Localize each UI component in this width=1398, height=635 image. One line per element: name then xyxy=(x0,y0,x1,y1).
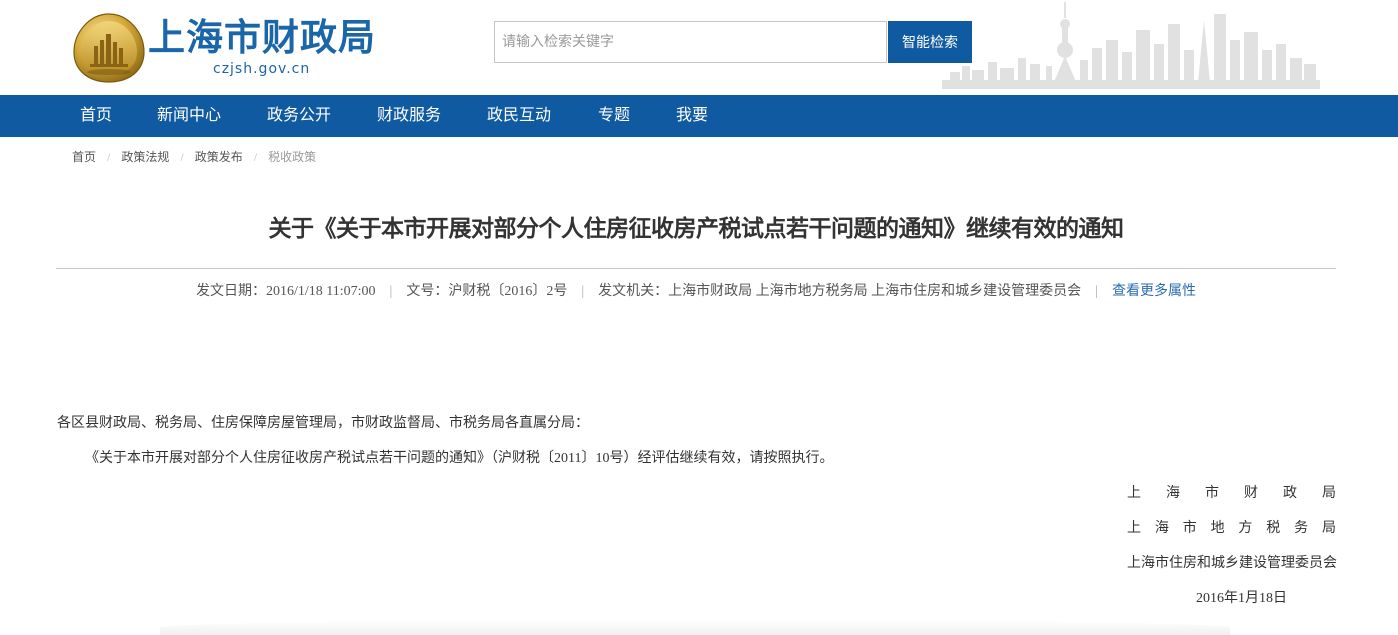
breadcrumb-separator: / xyxy=(180,150,184,164)
nav-item-home[interactable]: 首页 xyxy=(80,95,112,137)
more-attributes-link[interactable]: 查看更多属性 xyxy=(1112,284,1196,299)
breadcrumb-separator: / xyxy=(107,150,111,164)
meta-date-label: 发文日期： xyxy=(196,284,266,299)
municipal-emblem-icon[interactable] xyxy=(70,12,148,84)
breadcrumb-separator: / xyxy=(253,150,258,164)
meta-separator: | xyxy=(389,284,393,299)
meta-doc-no-label: 文号： xyxy=(406,284,449,299)
nav-item-interaction[interactable]: 政民互动 xyxy=(487,95,551,137)
meta-separator: | xyxy=(1095,284,1098,299)
meta-doc-no-value: 沪财税〔2016〕2号 xyxy=(448,284,568,299)
nav-item-i-want[interactable]: 我要 xyxy=(676,95,708,137)
site-title[interactable]: 上海市财政局 xyxy=(148,14,376,62)
main-nav: 首页 新闻中心 政务公开 财政服务 政民互动 专题 我要 xyxy=(0,95,1398,137)
article-meta: 发文日期：2016/1/18 11:07:00 | 文号：沪财税〔2016〕2号 | 发… xyxy=(0,282,1392,302)
breadcrumb-policy-release[interactable]: 政策发布 xyxy=(195,150,243,164)
article-paragraph: 《关于本市开展对部分个人住房征收房产税试点若干问题的通知》（沪财税〔2011〕1… xyxy=(85,451,834,466)
meta-date-value: 2016/1/18 11:07:00 xyxy=(266,284,376,299)
title-divider xyxy=(56,268,1336,269)
article-salutation: 各区县财政局、税务局、住房保障房屋管理局，市财政监督局、市税务局各直属分局： xyxy=(57,416,589,431)
nav-item-gov-affairs[interactable]: 政务公开 xyxy=(267,95,331,137)
meta-issuer-value: 上海市财政局 上海市地方税务局 上海市住房和城乡建设管理委员会 xyxy=(668,284,1082,299)
site-domain: czjsh.gov.cn xyxy=(213,61,311,77)
breadcrumb-tax-policy: 税收政策 xyxy=(268,150,317,164)
search-input[interactable] xyxy=(494,21,887,63)
signature-date: 2016年1月18日 xyxy=(1196,591,1287,606)
signature-tax-bureau: 上海市地方税务局 xyxy=(1127,521,1336,536)
meta-separator: | xyxy=(581,284,585,299)
article-title: 关于《关于本市开展对部分个人住房征收房产税试点若干问题的通知》继续有效的通知 xyxy=(268,216,1125,242)
breadcrumb-home[interactable]: 首页 xyxy=(72,150,96,164)
site-header: 上海市财政局 czjsh.gov.cn 智能检索 xyxy=(0,0,1398,95)
page-bottom-shadow xyxy=(160,620,1230,635)
breadcrumb: 首页 / 政策法规 / 政策发布 / 税收政策 xyxy=(72,149,316,165)
shanghai-skyline-icon xyxy=(942,2,1320,89)
signature-finance-bureau: 上海市财政局 xyxy=(1127,486,1336,501)
nav-item-topics[interactable]: 专题 xyxy=(598,95,630,137)
breadcrumb-policy[interactable]: 政策法规 xyxy=(121,150,169,164)
signature-housing-committee: 上海市住房和城乡建设管理委员会 xyxy=(1127,556,1337,571)
meta-issuer-label: 发文机关： xyxy=(598,284,669,299)
nav-item-news[interactable]: 新闻中心 xyxy=(157,95,221,137)
nav-item-finance-services[interactable]: 财政服务 xyxy=(377,95,441,137)
